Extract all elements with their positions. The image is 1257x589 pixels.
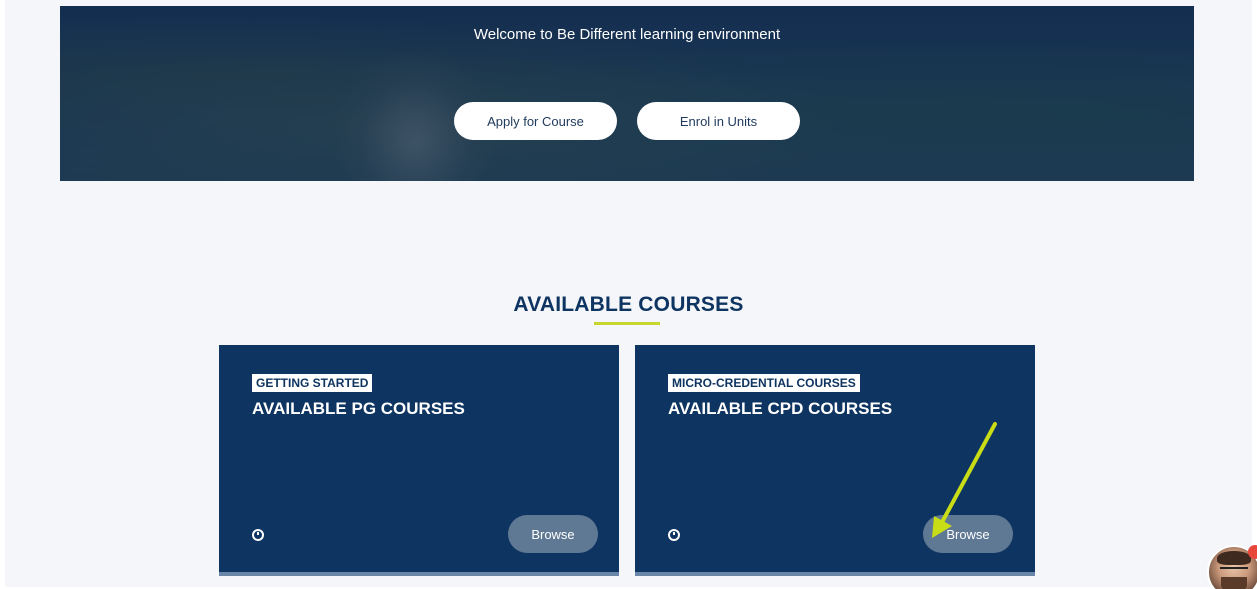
enrol-in-units-button[interactable]: Enrol in Units (637, 102, 800, 140)
browse-button[interactable]: Browse (923, 515, 1013, 553)
course-card-title[interactable]: AVAILABLE CPD COURSES (668, 399, 892, 419)
page: Welcome to Be Different learning environ… (0, 0, 1257, 589)
browse-button[interactable]: Browse (508, 515, 598, 553)
welcome-message: Welcome to Be Different learning environ… (473, 26, 781, 43)
notification-badge (1248, 545, 1257, 559)
course-card-cpd: MICRO-CREDENTIAL COURSES AVAILABLE CPD C… (635, 345, 1035, 576)
section-title: AVAILABLE COURSES (513, 293, 744, 316)
clock-icon (252, 529, 264, 541)
apply-for-course-button[interactable]: Apply for Course (454, 102, 617, 140)
section-title-underline (594, 322, 660, 325)
course-card-title[interactable]: AVAILABLE PG COURSES (252, 399, 465, 419)
clock-icon (668, 529, 680, 541)
course-card-tag: GETTING STARTED (252, 374, 373, 392)
hero-banner: Welcome to Be Different learning environ… (60, 6, 1194, 181)
course-card-tag: MICRO-CREDENTIAL COURSES (668, 374, 860, 392)
course-card-pg: GETTING STARTED AVAILABLE PG COURSES Bro… (219, 345, 619, 576)
